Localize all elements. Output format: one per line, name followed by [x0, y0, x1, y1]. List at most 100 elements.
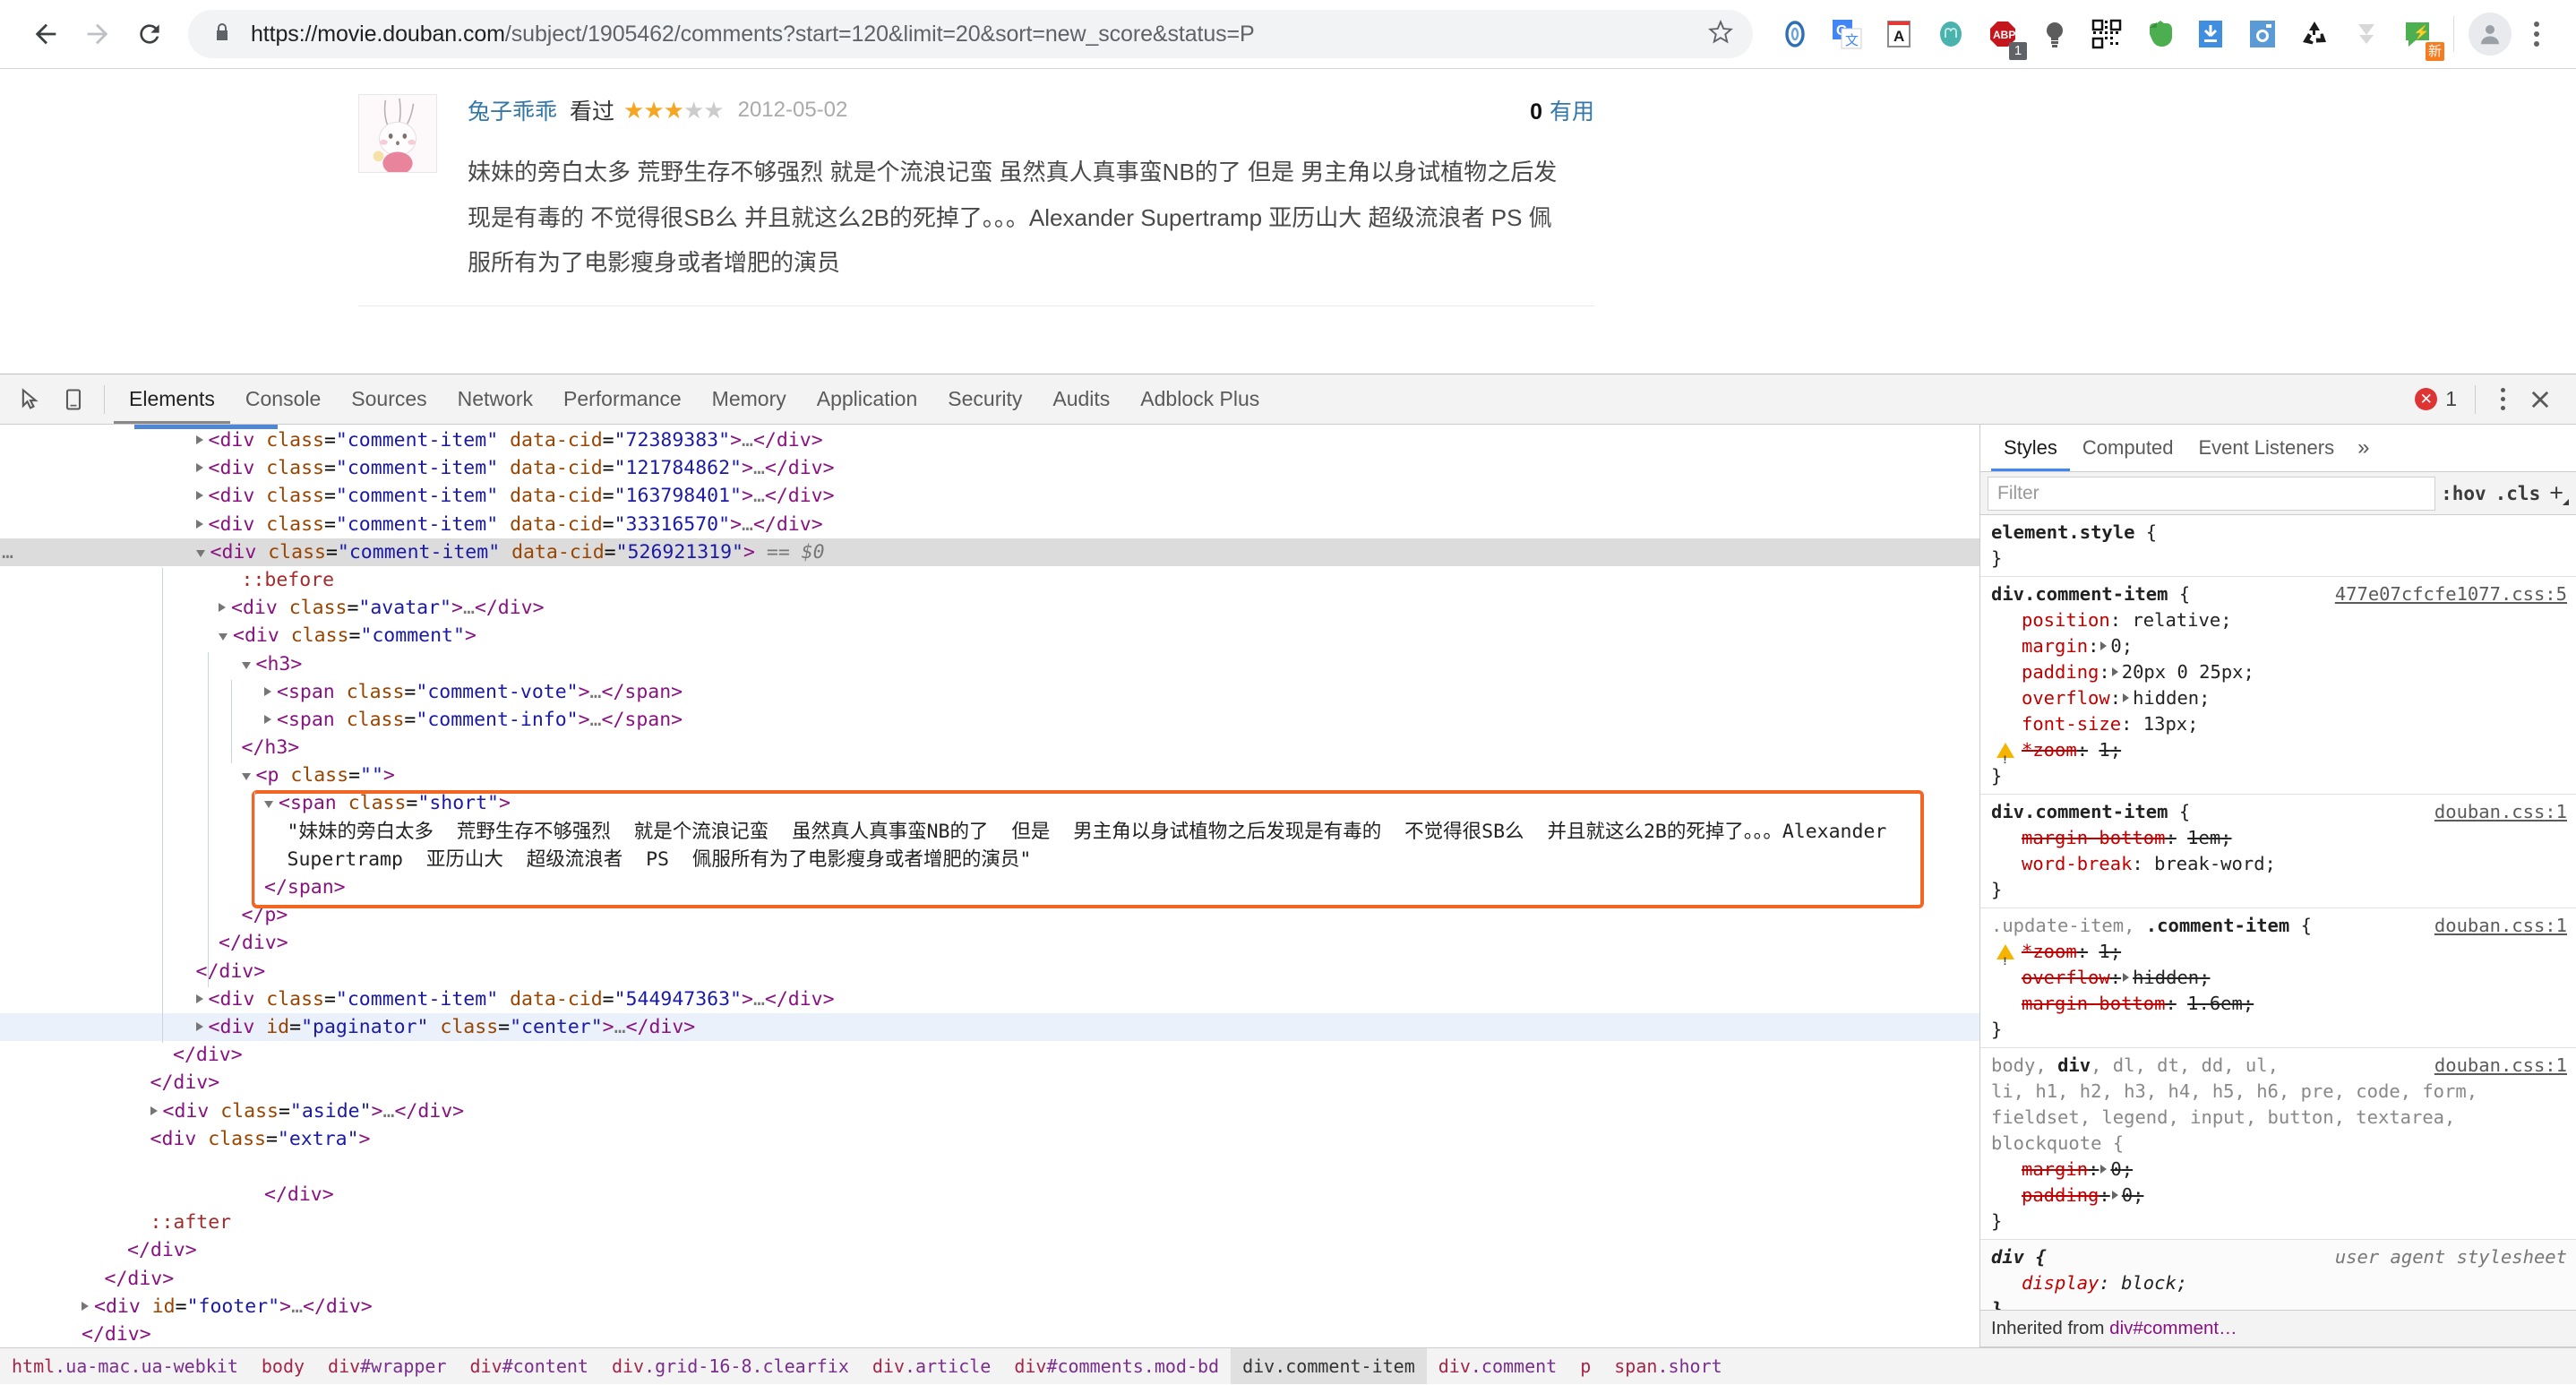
tab-event-listeners[interactable]: Event Listeners: [2185, 425, 2347, 471]
css-property[interactable]: margin: [2022, 635, 2088, 657]
dom-text-node[interactable]: Supertramp 亚历山大 超级流浪者 PS 佩服所有为了电影瘦身或者增肥的…: [0, 846, 1979, 873]
breadcrumb-item[interactable]: div#comments.mod-bd: [1002, 1348, 1231, 1384]
tab-application[interactable]: Application: [802, 374, 933, 424]
css-declaration[interactable]: position: relative;: [1991, 607, 2576, 633]
devtools-menu-button[interactable]: [2485, 380, 2520, 419]
reader-icon[interactable]: A: [1876, 12, 1921, 56]
dom-node-line[interactable]: <div class="comment-item" data-cid="7238…: [0, 426, 1979, 454]
expand-arrow-icon[interactable]: [241, 661, 251, 669]
css-declaration[interactable]: margin: 0;: [1991, 1157, 2576, 1183]
breadcrumb-item[interactable]: div.comment: [1427, 1348, 1568, 1384]
reload-button[interactable]: [124, 8, 176, 60]
css-value[interactable]: 0: [2110, 1158, 2121, 1180]
css-declaration[interactable]: margin: 0;: [1991, 633, 2576, 659]
dom-node-line[interactable]: <div class="comment-item" data-cid="1217…: [0, 454, 1979, 482]
chrome-menu-button[interactable]: [2517, 13, 2556, 56]
expand-arrow-icon[interactable]: [219, 633, 228, 641]
css-value[interactable]: break-word: [2154, 853, 2264, 874]
css-origin-link[interactable]: douban.css:1: [2434, 799, 2576, 825]
expand-arrow-icon[interactable]: [195, 463, 203, 473]
address-bar[interactable]: https://movie.douban.com/subject/1905462…: [188, 10, 1753, 58]
dom-node-line[interactable]: <span class="comment-info">…</span>: [0, 706, 1979, 734]
expand-shorthand-icon[interactable]: [2100, 641, 2108, 650]
css-selector[interactable]: div.comment-item {: [1991, 581, 2190, 607]
css-property[interactable]: padding: [2022, 661, 2099, 683]
dom-node-line[interactable]: <div class="comment">: [0, 622, 1979, 649]
dom-node-line[interactable]: <div id="footer">…</div>: [0, 1293, 1979, 1320]
css-selector[interactable]: element.style {: [1991, 520, 2157, 546]
css-property[interactable]: overflow: [2022, 687, 2110, 709]
tab-adblock-plus[interactable]: Adblock Plus: [1125, 374, 1275, 424]
expand-shorthand-icon[interactable]: [2111, 1191, 2118, 1200]
tab-styles[interactable]: Styles: [1991, 425, 2070, 471]
adblock-plus-icon[interactable]: ABP 1: [1980, 12, 2027, 60]
dom-node-line[interactable]: <div class="aside">…</div>: [0, 1097, 1979, 1125]
breadcrumb-item[interactable]: div.article: [861, 1348, 1002, 1384]
css-origin-link[interactable]: douban.css:1: [2434, 913, 2576, 939]
css-selector[interactable]: div.comment-item {: [1991, 799, 2190, 825]
expand-shorthand-icon[interactable]: [2111, 667, 2118, 676]
force-state-button[interactable]: :hov: [2441, 483, 2486, 504]
dom-node-line[interactable]: … <div class="comment-item" data-cid="526…: [0, 538, 1979, 566]
dom-node-line[interactable]: <span class="comment-vote">…</span>: [0, 678, 1979, 706]
css-value[interactable]: hidden: [2133, 967, 2199, 988]
breadcrumb-item[interactable]: span.short: [1602, 1348, 1733, 1384]
dom-text-node[interactable]: "妹妹的旁白太多 荒野生存不够强烈 就是个流浪记蛮 虽然真人真事蛮NB的了 但是…: [0, 818, 1979, 846]
dom-node-line[interactable]: </div>: [0, 1181, 1979, 1209]
tab-network[interactable]: Network: [442, 374, 548, 424]
dom-node-line[interactable]: </div>: [0, 1041, 1979, 1069]
tab-audits[interactable]: Audits: [1037, 374, 1125, 424]
dom-node-line[interactable]: <div class="comment-item" data-cid="3331…: [0, 511, 1979, 538]
dom-node-line[interactable]: <p class="">: [0, 761, 1979, 789]
dom-breadcrumb[interactable]: html.ua-mac.ua-webkit body div#wrapper div#…: [0, 1347, 2576, 1384]
expand-shorthand-icon[interactable]: [2100, 1165, 2108, 1174]
dom-tree-panel[interactable]: <div class="comment-item" data-cid="7238…: [0, 425, 1979, 1347]
expand-arrow-icon[interactable]: [241, 773, 251, 781]
tab-memory[interactable]: Memory: [697, 374, 802, 424]
dom-node-line[interactable]: <div id="paginator" class="center">…</di…: [0, 1012, 1979, 1042]
css-value[interactable]: 13px: [2143, 713, 2187, 735]
css-property[interactable]: word-break: [2022, 853, 2132, 874]
qr-code-icon[interactable]: [2084, 12, 2129, 56]
expand-arrow-icon[interactable]: [195, 519, 203, 529]
pocket-icon[interactable]: [1773, 12, 1817, 56]
google-translate-icon[interactable]: G 文: [1825, 12, 1869, 56]
css-value[interactable]: relative: [2132, 609, 2220, 631]
dom-node-line[interactable]: </div>: [0, 958, 1979, 985]
css-rule[interactable]: div.comment-item {477e07cfcfe1077.css:5 p…: [1980, 577, 2576, 795]
css-value[interactable]: 1: [2099, 739, 2109, 761]
css-declaration[interactable]: font-size: 13px;: [1991, 711, 2576, 737]
dom-node-line[interactable]: <span class="short">: [0, 789, 1979, 817]
expand-arrow-icon[interactable]: [264, 714, 271, 724]
expand-shorthand-icon[interactable]: [2123, 973, 2130, 982]
bookmark-star-icon[interactable]: [1708, 19, 1733, 49]
breadcrumb-item[interactable]: div.grid-16-8.clearfix: [600, 1348, 861, 1384]
recycle-icon[interactable]: [2292, 12, 2337, 56]
css-value[interactable]: block: [2121, 1272, 2177, 1294]
css-property[interactable]: overflow: [2022, 967, 2110, 988]
screenshot-camera-icon[interactable]: [2240, 12, 2285, 56]
styles-filter-input[interactable]: Filter: [1988, 476, 2436, 511]
css-declaration[interactable]: margin-bottom: 1.6em;: [1991, 991, 2576, 1017]
lightbulb-icon[interactable]: [2032, 12, 2077, 56]
css-property[interactable]: *zoom: [2022, 941, 2077, 962]
tab-sources[interactable]: Sources: [336, 374, 442, 424]
dom-node-line[interactable]: <div class="extra">: [0, 1125, 1979, 1153]
dom-node-line[interactable]: </div>: [0, 1320, 1979, 1347]
dom-node-line[interactable]: </div>: [0, 1265, 1979, 1293]
css-property[interactable]: *zoom: [2022, 739, 2077, 761]
css-rules-list[interactable]: element.style {} div.comment-item {477e07…: [1980, 515, 2576, 1310]
dom-node-line[interactable]: <h3>: [0, 650, 1979, 678]
css-rule[interactable]: div.comment-item { douban.css:1 margin-bot…: [1980, 795, 2576, 908]
css-declaration[interactable]: word-break: break-word;: [1991, 851, 2576, 877]
back-button[interactable]: [20, 8, 72, 60]
css-rule[interactable]: .update-item, .comment-item {douban.css:…: [1980, 908, 2576, 1048]
new-style-rule-button[interactable]: +: [2549, 479, 2569, 507]
dom-node-line[interactable]: <div class="comment-item" data-cid="1637…: [0, 482, 1979, 510]
dom-node-line[interactable]: </div>: [0, 929, 1979, 957]
expand-arrow-icon[interactable]: [195, 491, 203, 501]
expand-shorthand-icon[interactable]: [2123, 693, 2130, 702]
css-declaration[interactable]: margin-bottom: 1em;: [1991, 825, 2576, 851]
dom-node-line[interactable]: [0, 1153, 1979, 1181]
chevron-double-down-icon[interactable]: [2344, 12, 2389, 56]
